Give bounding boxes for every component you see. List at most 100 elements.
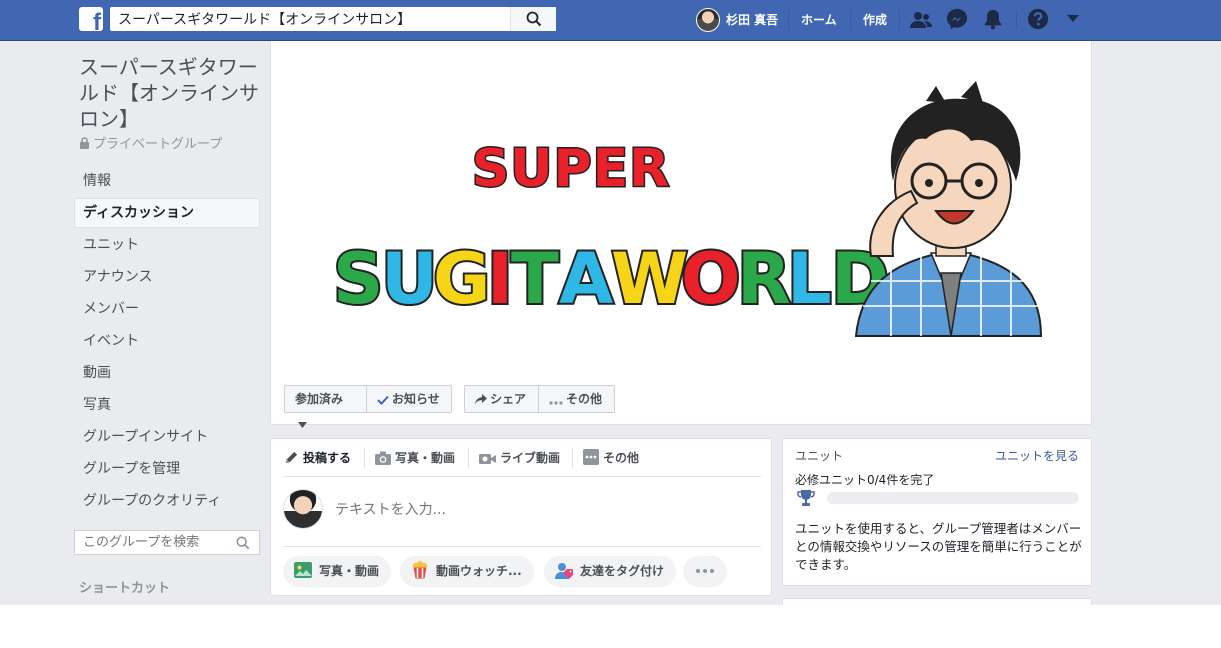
cover-letter: A [559, 238, 613, 320]
composer-watch-party-chip[interactable]: 動画ウォッチ... [400, 556, 534, 587]
composer-tab-live-label: ライブ動画 [500, 451, 561, 465]
next-card-edge [782, 598, 1092, 605]
sidebar-item-members[interactable]: メンバー [74, 294, 260, 324]
joined-label: 参加済み [295, 392, 344, 406]
checkmark-icon [377, 395, 389, 405]
composer-more-chip[interactable] [683, 556, 727, 587]
cover-letter: S [333, 238, 383, 320]
group-title[interactable]: スーパースギタワールド【オンラインサロン】 [79, 54, 269, 132]
sidebar-item-units[interactable]: ユニット [74, 230, 260, 260]
tab-divider [364, 448, 365, 468]
cover-letter: L [787, 238, 832, 320]
tag-friends-icon [555, 563, 573, 579]
trophy-icon [797, 490, 815, 506]
search-button[interactable] [510, 7, 556, 31]
more-options-button[interactable]: その他 [538, 385, 615, 413]
help-icon[interactable] [1027, 8, 1049, 30]
composer-tag-friends-chip[interactable]: 友達をタグ付け [544, 556, 677, 587]
account-menu-chevron-down-icon[interactable] [1066, 13, 1080, 23]
search-icon [526, 11, 542, 27]
search-icon[interactable] [236, 536, 250, 550]
watch-party-chip-label: 動画ウォッチ... [436, 564, 522, 578]
notify-label: お知らせ [392, 392, 440, 406]
global-search-input[interactable] [110, 7, 510, 31]
share-arrow-icon [475, 394, 487, 405]
sidebar-item-group-insights[interactable]: グループインサイト [74, 422, 260, 452]
composer-text-input[interactable] [335, 499, 755, 521]
sidebar-item-manage-group[interactable]: グループを管理 [74, 454, 260, 484]
composer-tab-live-video[interactable]: ライブ動画 [479, 447, 560, 469]
cover-letter: W [611, 238, 688, 320]
composer-tab-photo-label: 写真・動画 [395, 451, 456, 465]
composer-tab-photo-video[interactable]: 写真・動画 [375, 447, 455, 469]
group-privacy-label: プライベートグループ [79, 133, 222, 152]
composer-divider [283, 546, 761, 547]
nav-divider [899, 10, 900, 30]
cover-logo-line2: S U G I T A W O R L D [331, 236, 891, 322]
sidebar-item-about[interactable]: 情報 [74, 166, 260, 196]
group-search-box [74, 530, 260, 555]
cover-letter: R [737, 238, 791, 320]
cover-letter: I [487, 238, 513, 320]
share-button[interactable]: シェア [464, 385, 539, 413]
popcorn-icon [412, 561, 428, 579]
composer-tab-more[interactable]: その他 [583, 447, 639, 469]
composer-avatar[interactable] [283, 489, 323, 529]
composer-divider [283, 476, 761, 477]
notifications-bell-icon[interactable] [982, 8, 1004, 30]
nav-divider [850, 10, 851, 30]
facebook-logo-icon[interactable]: f [79, 7, 103, 31]
cover-logo-line1: SUPER [472, 139, 670, 199]
notifications-button[interactable]: お知らせ [366, 385, 452, 413]
create-link[interactable]: 作成 [863, 11, 887, 28]
camera-icon [375, 451, 391, 465]
composer-photo-video-chip[interactable]: 写真・動画 [283, 556, 392, 587]
share-label: シェア [490, 392, 527, 406]
more-dots-icon [696, 569, 714, 573]
photo-icon [294, 562, 312, 578]
units-card-title: ユニット [795, 449, 844, 463]
chevron-down-icon [298, 422, 307, 428]
profile-avatar[interactable] [696, 8, 720, 32]
joined-dropdown-button[interactable]: 参加済み [284, 385, 367, 428]
cover-letter: O [681, 238, 741, 320]
group-cover-card: SUPER S U G I T A W O R L D 参加済み お知らせ シェ… [270, 41, 1092, 428]
more-label: その他 [566, 392, 603, 406]
lock-icon [80, 137, 89, 149]
cover-photo[interactable]: SUPER S U G I T A W O R L D [271, 41, 1091, 376]
privacy-text: プライベートグループ [93, 137, 223, 152]
cover-letter: T [511, 238, 559, 320]
units-completion-status: 必修ユニット0/4件を完了 [795, 473, 935, 487]
sidebar-item-photos[interactable]: 写真 [74, 390, 260, 420]
profile-name-link[interactable]: 杉田 真吾 [726, 11, 778, 28]
friend-requests-icon[interactable] [909, 8, 933, 32]
sidebar-item-discussion[interactable]: ディスカッション [74, 198, 260, 228]
shortcuts-heading: ショートカット [79, 581, 171, 596]
photo-video-chip-label: 写真・動画 [319, 564, 380, 578]
units-card: ユニット ユニットを見る 必修ユニット0/4件を完了 ユニットを使用すると、グル… [782, 438, 1092, 586]
group-search-input[interactable] [75, 531, 231, 554]
cover-letter: G [433, 238, 490, 320]
pencil-icon [285, 451, 298, 464]
messenger-icon[interactable] [946, 8, 968, 30]
more-dots-icon [549, 401, 563, 405]
global-search [110, 7, 556, 31]
top-navigation-bar: f 杉田 真吾 ホーム 作成 [0, 0, 1221, 41]
page-background: f 杉田 真吾 ホーム 作成 [0, 0, 1221, 605]
more-box-icon [583, 449, 599, 465]
video-camera-icon [479, 454, 496, 464]
sidebar-item-announcements[interactable]: アナウンス [74, 262, 260, 292]
nav-divider [788, 10, 789, 30]
composer-tab-more-label: その他 [603, 451, 640, 465]
units-progress-bar [827, 492, 1079, 504]
sidebar-item-events[interactable]: イベント [74, 326, 260, 356]
post-composer: 投稿する 写真・動画 ライブ動画 その他 写真・動画 動画ウォッチ... 友達を… [270, 438, 772, 596]
home-link[interactable]: ホーム [801, 11, 837, 28]
tab-divider [572, 448, 573, 468]
composer-tab-post[interactable]: 投稿する [284, 447, 351, 469]
units-description: ユニットを使用すると、グループ管理者はメンバーとの情報交換やリソースの管理を簡単… [795, 521, 1082, 572]
see-units-link[interactable]: ユニットを見る [995, 447, 1079, 464]
nav-divider [1016, 10, 1017, 30]
sidebar-item-group-quality[interactable]: グループのクオリティ [74, 486, 260, 516]
sidebar-item-videos[interactable]: 動画 [74, 358, 260, 388]
